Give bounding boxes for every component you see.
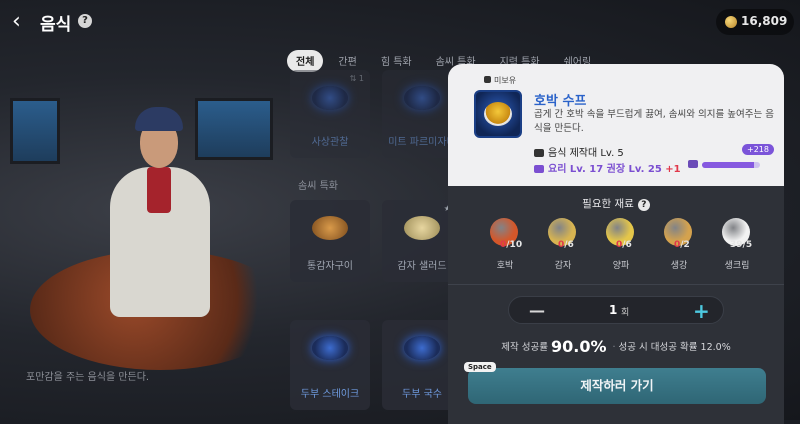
material-pumpkin[interactable]: 0/10 호박 [476, 216, 534, 272]
recipe-label: 통감자구이 [307, 261, 353, 272]
material-onion[interactable]: 0/6 양파 [592, 216, 650, 272]
success-rate-row: 제작 성공률 90.0% · 성공 시 대성공 확률 12.0% [501, 337, 731, 356]
recipe-badge: ⇅ 1 [349, 74, 364, 83]
workbench-icon [534, 149, 544, 157]
material-cream[interactable]: 39/5 생크림 [708, 216, 766, 272]
section-label: 솜씨 특화 [298, 181, 338, 192]
cooking-icon [534, 165, 544, 173]
recipe-grid: ⇅ 1 사상관찰 미트 파르미자나 솜씨 특화 통감자구이 ★1 감자 샐러드 … [290, 70, 462, 420]
recipe-detail-panel: 미보유 호박 수프 곱게 간 호박 속을 부드럽게 끓여, 솜씨와 의지를 높여… [448, 64, 784, 424]
recipe-label: 두부 스테이크 [300, 389, 360, 400]
dish-icon [404, 86, 440, 110]
quantity-unit: 회 [621, 308, 630, 318]
recipe-label: 사상관찰 [311, 137, 349, 148]
recipe-header: 미보유 호박 수프 곱게 간 호박 속을 부드럽게 끓여, 솜씨와 의지를 높여… [448, 64, 784, 186]
soup-icon [474, 90, 522, 138]
exp-gain-badge: +218 [742, 144, 774, 155]
chef-character [85, 95, 235, 375]
plus-button[interactable]: + [693, 299, 710, 323]
page-title: 음식 [40, 15, 72, 35]
recipe-card[interactable]: 두부 스테이크 [290, 320, 370, 410]
recipe-name: 호박 수프 [534, 94, 587, 109]
quantity-stepper: — 1 회 + [508, 296, 724, 324]
currency-display: 16,809 [716, 9, 794, 35]
tab-strength[interactable]: 힘 특화 [372, 50, 421, 72]
divider [448, 284, 784, 285]
minus-button[interactable]: — [529, 301, 545, 320]
ownership-tag: 미보유 [484, 75, 516, 86]
tab-all[interactable]: 전체 [287, 50, 324, 72]
footnote-text: 포만감을 주는 음식을 만든다. [26, 372, 150, 383]
top-bar: ‹ 음식 ? 16,809 [0, 0, 800, 44]
dish-icon [404, 216, 440, 240]
quantity-value: 1 [609, 303, 618, 317]
craft-button[interactable]: 제작하러 가기 [468, 368, 766, 404]
recipe-description: 곱게 간 호박 속을 부드럽게 끓여, 솜씨와 의지를 높여주는 음식을 만든다… [534, 109, 774, 134]
materials-list: 0/10 호박 0/6 감자 0/6 양파 0/2 생강 39/5 생크림 [476, 216, 776, 272]
materials-title: 필요한 재료? [448, 196, 784, 211]
material-potato[interactable]: 0/6 감자 [534, 216, 592, 272]
recipe-card[interactable]: ⇅ 1 사상관찰 [290, 70, 370, 158]
level-requirement: 요리 Lv. 17 권장 Lv. 25 +1 [534, 160, 681, 175]
recipe-card[interactable]: 통감자구이 [290, 200, 370, 282]
help-icon[interactable]: ? [637, 199, 650, 211]
exp-progress-bar [702, 162, 760, 168]
window-decoration [10, 98, 60, 164]
currency-value: 16,809 [741, 14, 788, 28]
dish-icon [312, 86, 348, 110]
dish-icon [404, 336, 440, 360]
tab-simple[interactable]: 간편 [329, 50, 365, 72]
back-arrow-icon[interactable]: ‹ [12, 10, 32, 34]
success-rate: 90.0% [550, 337, 607, 356]
coin-icon [725, 16, 737, 28]
hotkey-badge: Space [464, 362, 496, 372]
help-icon[interactable]: ? [78, 14, 92, 28]
workbench-requirement: 음식 제작대 Lv. 5 [534, 144, 624, 159]
dish-icon [312, 216, 348, 240]
dish-icon [312, 336, 348, 360]
material-ginger[interactable]: 0/2 생강 [650, 216, 708, 272]
exp-icon [688, 160, 698, 168]
